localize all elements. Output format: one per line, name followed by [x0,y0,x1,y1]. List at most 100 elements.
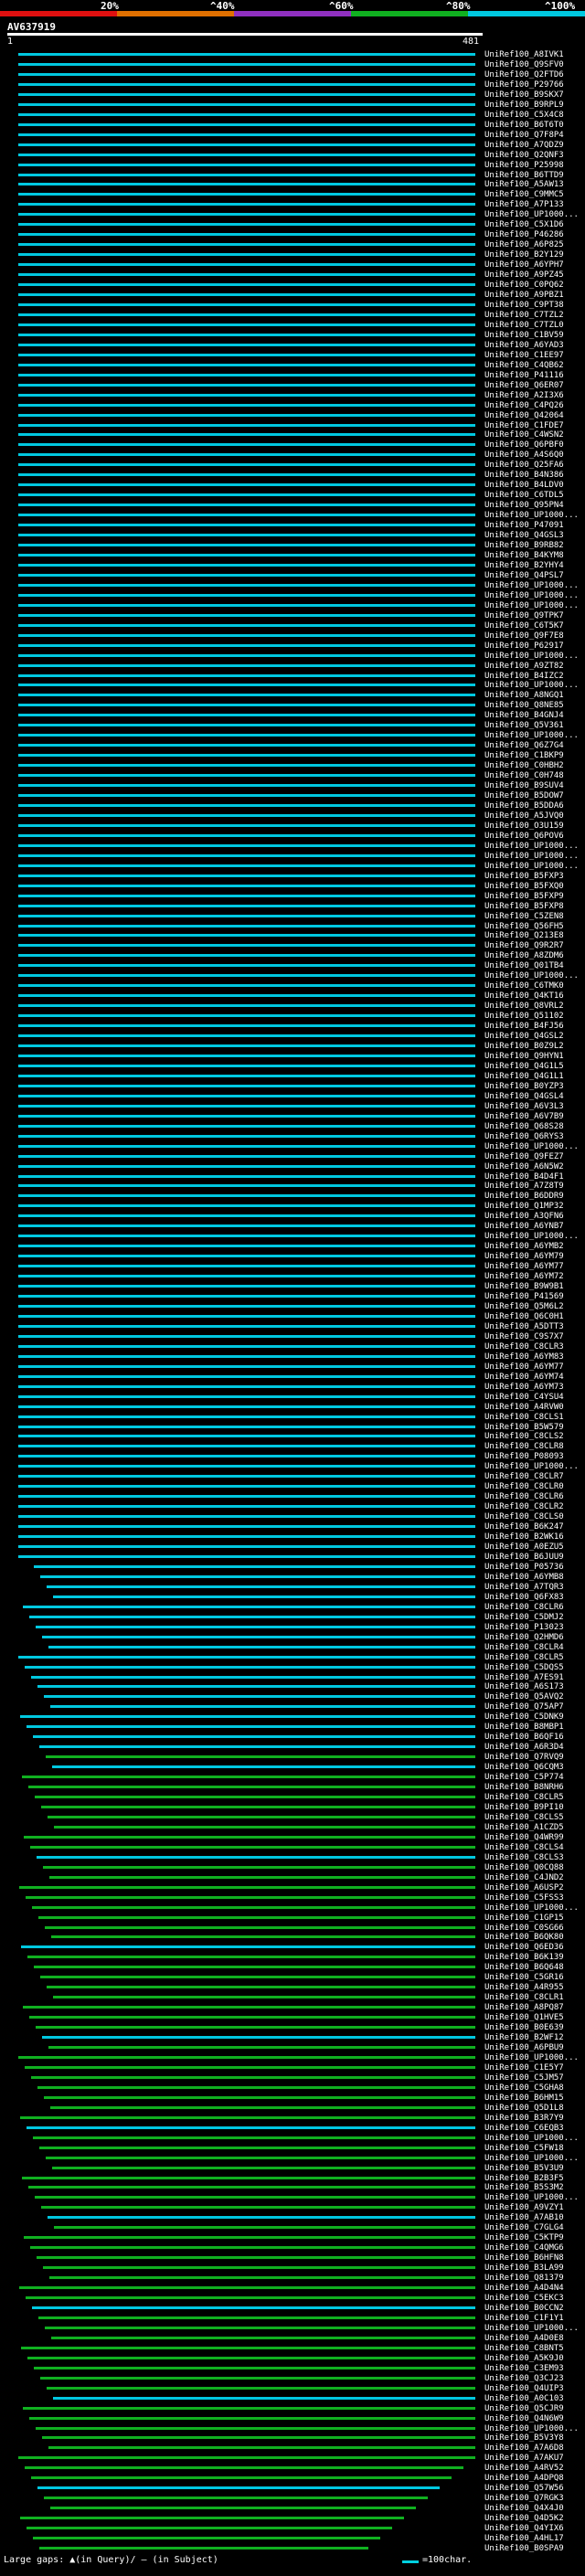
hit-alignment-line[interactable] [20,2517,404,2520]
hit-label[interactable]: UniRef100_A1CZD5 [484,1823,564,1832]
hit-alignment-line[interactable] [18,373,475,376]
hit-row[interactable]: UniRef100_A4D0E8 [0,2334,585,2343]
hit-label[interactable]: UniRef100_A6YM74 [484,1373,564,1382]
hit-alignment-line[interactable] [30,2246,475,2250]
hit-alignment-line[interactable] [18,914,475,917]
hit-label[interactable]: UniRef100_A6YM73 [484,1383,564,1392]
hit-label[interactable]: UniRef100_P46286 [484,230,564,239]
hit-row[interactable]: UniRef100_A6YM73 [0,1383,585,1392]
hit-label[interactable]: UniRef100_A6YM83 [484,1352,564,1362]
hit-label[interactable]: UniRef100_A6P825 [484,240,564,249]
hit-row[interactable]: UniRef100_C1BKP9 [0,751,585,760]
hit-alignment-line[interactable] [18,964,475,968]
hit-alignment-line[interactable] [18,653,475,657]
hit-row[interactable]: UniRef100_B9SUV4 [0,781,585,790]
hit-label[interactable]: UniRef100_Q25FA6 [484,461,564,470]
hit-label[interactable]: UniRef100_Q4YIX6 [484,2524,564,2533]
hit-label[interactable]: UniRef100_C6TDL5 [484,491,564,500]
hit-label[interactable]: UniRef100_C8CLR6 [484,1492,564,1501]
hit-row[interactable]: UniRef100_B4D4F1 [0,1172,585,1182]
hit-row[interactable]: UniRef100_A0EZU5 [0,1542,585,1552]
hit-alignment-line[interactable] [41,1806,475,1808]
hit-row[interactable]: UniRef100_C5P774 [0,1773,585,1782]
hit-row[interactable]: UniRef100_C7TZL0 [0,321,585,330]
hit-label[interactable]: UniRef100_UP1000... [484,1903,579,1913]
hit-alignment-line[interactable] [18,1104,475,1108]
hit-label[interactable]: UniRef100_C5FW18 [484,2144,564,2153]
hit-label[interactable]: UniRef100_B9PI10 [484,1803,564,1812]
hit-alignment-line[interactable] [18,623,475,627]
hit-row[interactable]: UniRef100_B5DOW7 [0,791,585,800]
hit-alignment-line[interactable] [18,524,475,527]
hit-row[interactable]: UniRef100_B8MBP1 [0,1723,585,1732]
hit-alignment-line[interactable] [18,343,475,346]
hit-label[interactable]: UniRef100_Q213E8 [484,931,564,940]
hit-label[interactable]: UniRef100_Q8NE85 [484,701,564,710]
hit-row[interactable]: UniRef100_UP1000... [0,681,585,690]
hit-row[interactable]: UniRef100_C8CLR8 [0,1442,585,1451]
hit-alignment-line[interactable] [18,112,475,116]
hit-alignment-line[interactable] [50,1705,475,1709]
hit-label[interactable]: UniRef100_C4PQ26 [484,401,564,410]
hit-alignment-line[interactable] [42,2036,475,2040]
hit-alignment-line[interactable] [29,1615,475,1618]
hit-label[interactable]: UniRef100_A7AKU7 [484,2454,564,2463]
hit-label[interactable]: UniRef100_C5JM57 [484,2073,564,2083]
hit-row[interactable]: UniRef100_Q9SFV0 [0,60,585,69]
hit-alignment-line[interactable] [18,1505,475,1509]
hit-alignment-line[interactable] [39,2146,475,2149]
hit-alignment-line[interactable] [18,514,475,517]
hit-row[interactable]: UniRef100_P46286 [0,230,585,239]
hit-alignment-line[interactable] [18,323,475,326]
hit-alignment-line[interactable] [40,1574,475,1578]
hit-alignment-line[interactable] [18,744,475,747]
hit-row[interactable]: UniRef100_C5GR16 [0,1973,585,1982]
hit-label[interactable]: UniRef100_A7Z8T9 [484,1182,564,1191]
hit-label[interactable]: UniRef100_UP1000... [484,862,579,871]
hit-row[interactable]: UniRef100_C0H748 [0,771,585,780]
hit-row[interactable]: UniRef100_Q5M6L2 [0,1302,585,1311]
hit-label[interactable]: UniRef100_A8NGQ1 [484,691,564,700]
hit-label[interactable]: UniRef100_B4FJ56 [484,1022,564,1031]
hit-label[interactable]: UniRef100_A8IVK1 [484,50,564,59]
hit-label[interactable]: UniRef100_B2YHY4 [484,561,564,570]
hit-row[interactable]: UniRef100_A9PBZ1 [0,291,585,300]
hit-row[interactable]: UniRef100_Q01TB4 [0,961,585,970]
hit-row[interactable]: UniRef100_B2WF12 [0,2033,585,2042]
hit-alignment-line[interactable] [18,403,475,407]
hit-alignment-line[interactable] [18,133,475,136]
hit-label[interactable]: UniRef100_A0C103 [484,2394,564,2403]
hit-row[interactable]: UniRef100_B5FXP3 [0,872,585,881]
hit-label[interactable]: UniRef100_C7GLG4 [484,2223,564,2232]
hit-row[interactable]: UniRef100_B6HM15 [0,2094,585,2103]
hit-alignment-line[interactable] [18,874,475,877]
hit-label[interactable]: UniRef100_C5P774 [484,1773,564,1782]
hit-alignment-line[interactable] [53,1595,475,1598]
hit-label[interactable]: UniRef100_A9VZY1 [484,2203,564,2212]
hit-row[interactable]: UniRef100_C1EE97 [0,351,585,360]
hit-label[interactable]: UniRef100_Q0CQ88 [484,1863,564,1872]
hit-alignment-line[interactable] [18,1525,475,1529]
hit-row[interactable]: UniRef100_B6QF16 [0,1733,585,1742]
hit-label[interactable]: UniRef100_C1GP15 [484,1913,564,1923]
hit-row[interactable]: UniRef100_A2I3X6 [0,391,585,400]
hit-label[interactable]: UniRef100_A6R3D4 [484,1743,564,1752]
hit-row[interactable]: UniRef100_B6Q648 [0,1963,585,1972]
hit-label[interactable]: UniRef100_P05736 [484,1563,564,1572]
hit-row[interactable]: UniRef100_Q6PBF0 [0,440,585,450]
hit-alignment-line[interactable] [18,1164,475,1168]
hit-label[interactable]: UniRef100_C1E5Y7 [484,2063,564,2072]
hit-label[interactable]: UniRef100_B2Y129 [484,250,564,260]
hit-row[interactable]: UniRef100_UP1000... [0,601,585,610]
hit-label[interactable]: UniRef100_A4D4N4 [484,2284,564,2293]
hit-alignment-line[interactable] [18,1285,475,1288]
hit-label[interactable]: UniRef100_Q6PBF0 [484,440,564,450]
hit-label[interactable]: UniRef100_Q42064 [484,411,564,420]
hit-alignment-line[interactable] [18,1055,475,1057]
hit-alignment-line[interactable] [18,633,475,637]
hit-row[interactable]: UniRef100_B6HFN8 [0,2253,585,2263]
hit-row[interactable]: UniRef100_B6JUU9 [0,1553,585,1562]
hit-label[interactable]: UniRef100_C5FSS3 [484,1893,564,1903]
hit-row[interactable]: UniRef100_P62917 [0,641,585,651]
hit-label[interactable]: UniRef100_P41569 [484,1292,564,1301]
